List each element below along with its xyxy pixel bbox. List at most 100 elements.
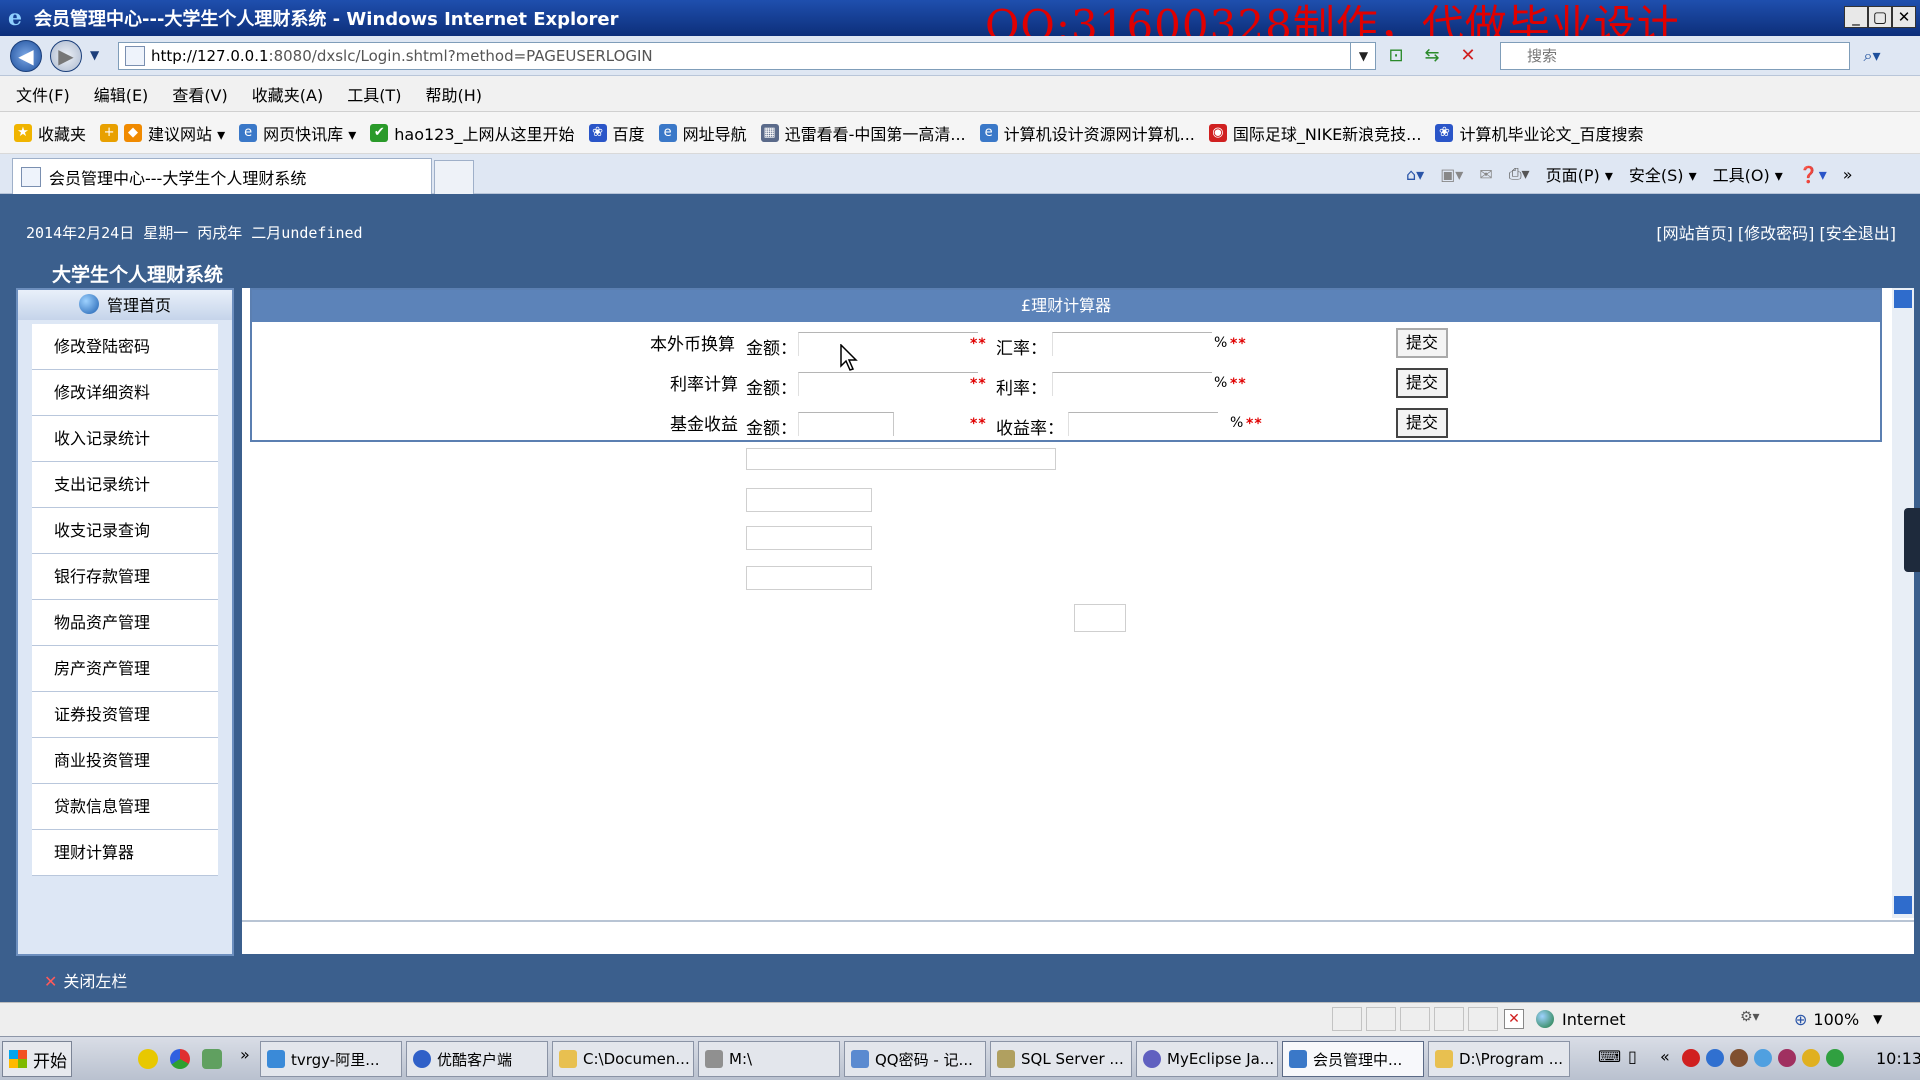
interest-amount-input[interactable] (798, 372, 978, 396)
fav-item[interactable]: ✔ hao123_上网从这里开始 (370, 121, 575, 145)
quicklaunch-icon[interactable] (202, 1049, 222, 1069)
scroll-down-icon[interactable] (1894, 896, 1912, 914)
fav-item[interactable]: ❀ 百度 (588, 121, 645, 145)
chevron-left-icon[interactable]: « (1660, 1047, 1670, 1066)
exchange-rate-input[interactable] (1052, 332, 1212, 356)
page-icon (21, 166, 41, 187)
task-item[interactable]: M:\ (698, 1041, 840, 1077)
sidebar-item-expense-stats[interactable]: 支出记录统计 (32, 462, 218, 508)
sidebar-item-goods-assets[interactable]: 物品资产管理 (32, 600, 218, 646)
interest-rate-input[interactable] (1052, 372, 1212, 396)
cmd-tools[interactable]: 工具(O) ▾ (1713, 162, 1783, 186)
clock[interactable]: 10:13 (1876, 1049, 1920, 1068)
sidebar-item-edit-profile[interactable]: 修改详细资料 (32, 370, 218, 416)
menu-help[interactable]: 帮助(H) (425, 82, 482, 106)
sidebar-item-property-assets[interactable]: 房产资产管理 (32, 646, 218, 692)
maximize-button[interactable]: ▢ (1868, 6, 1892, 28)
task-item-active[interactable]: 会员管理中... (1282, 1041, 1424, 1077)
fund-amount-input[interactable] (798, 412, 894, 436)
required-mark: ** (970, 336, 987, 352)
cmd-page[interactable]: 页面(P) ▾ (1546, 162, 1613, 186)
sidebar-item-business-investment[interactable]: 商业投资管理 (32, 738, 218, 784)
sidebar-item-income-stats[interactable]: 收入记录统计 (32, 416, 218, 462)
close-window-button[interactable]: ✕ (1892, 6, 1916, 28)
fav-item[interactable]: e 网页快讯库 ▾ (239, 121, 356, 145)
close-sidebar-link[interactable]: ✕ 关闭左栏 (44, 968, 127, 992)
address-dropdown-icon[interactable]: ▼ (1350, 42, 1376, 70)
feeds-icon[interactable]: ▣▾ (1440, 165, 1463, 184)
chevron-more-icon[interactable]: » (1843, 165, 1853, 184)
sidebar-item-change-password[interactable]: 修改登陆密码 (32, 324, 218, 370)
search-icon[interactable]: ⌕▾ (1855, 42, 1889, 70)
menu-file[interactable]: 文件(F) (16, 82, 70, 106)
stop-icon[interactable]: ✕ (1454, 42, 1482, 70)
tray-icon[interactable] (1778, 1049, 1796, 1067)
currency-amount-input[interactable] (798, 332, 978, 356)
tray-icon[interactable] (1754, 1049, 1772, 1067)
print-icon[interactable]: ⎙▾ (1509, 164, 1530, 184)
tray-icon[interactable] (1706, 1049, 1724, 1067)
tray-icon[interactable] (1826, 1049, 1844, 1067)
task-item[interactable]: SQL Server ... (990, 1041, 1132, 1077)
menu-view[interactable]: 查看(V) (172, 82, 227, 106)
interest-submit-button[interactable]: 提交 (1396, 368, 1448, 398)
start-button[interactable]: 开始 (2, 1041, 72, 1077)
task-item[interactable]: D:\Program ... (1428, 1041, 1570, 1077)
keyboard-icon[interactable]: ⌨ (1598, 1047, 1621, 1066)
task-item[interactable]: QQ密码 - 记... (844, 1041, 986, 1077)
zoom-level[interactable]: ⊕ 100% ▼ (1794, 1007, 1882, 1031)
fav-item[interactable]: + ◆ 建议网站 ▾ (100, 121, 225, 145)
chevron-more-icon[interactable]: » (240, 1045, 250, 1064)
fav-item[interactable]: e 计算机设计资源网计算机... (979, 121, 1195, 145)
quicklaunch-icon[interactable] (138, 1049, 158, 1069)
menu-tools[interactable]: 工具(T) (347, 82, 401, 106)
sidebar-item-records-query[interactable]: 收支记录查询 (32, 508, 218, 554)
favorites-button[interactable]: ★ 收藏夹 (14, 121, 86, 145)
fav-item[interactable]: ◉ 国际足球_NIKE新浪竞技... (1208, 121, 1421, 145)
header-links[interactable]: [网站首页] [修改密码] [安全退出] (1656, 220, 1896, 244)
content-scrollbar[interactable] (1892, 288, 1914, 918)
compat-view-icon[interactable]: ⊡ (1382, 42, 1410, 70)
task-item[interactable]: C:\Documen... (552, 1041, 694, 1077)
forward-button[interactable]: ▶ (50, 40, 82, 72)
address-input[interactable]: http://127.0.0.1:8080/dxslc/Login.shtml?… (118, 42, 1376, 70)
minimize-button[interactable]: _ (1844, 6, 1868, 28)
task-item[interactable]: tvrgy-阿里... (260, 1041, 402, 1077)
history-dropdown-icon[interactable]: ▼ (90, 48, 99, 62)
fav-item[interactable]: ▦ 迅雷看看-中国第一高清... (760, 121, 966, 145)
refresh-icon[interactable]: ⇆ (1418, 42, 1446, 70)
currency-submit-button[interactable]: 提交 (1396, 328, 1448, 358)
fund-submit-button[interactable]: 提交 (1396, 408, 1448, 438)
popup-blocked-icon[interactable]: ✕ (1504, 1009, 1524, 1029)
fav-item[interactable]: e 网址导航 (658, 121, 747, 145)
task-item[interactable]: 优酷客户端 (406, 1041, 548, 1077)
main-content: £理财计算器 本外币换算 金额： ** 汇率： % ** 提交 利率计算 金额：… (242, 288, 1914, 954)
quicklaunch-icon[interactable] (170, 1049, 190, 1069)
help-icon[interactable]: ❓▾ (1799, 165, 1827, 184)
search-input[interactable]: 搜索 (1500, 42, 1850, 70)
home-icon[interactable]: ⌂▾ (1406, 165, 1424, 184)
sidebar-item-loan-info[interactable]: 贷款信息管理 (32, 784, 218, 830)
tray-icon[interactable] (1682, 1049, 1700, 1067)
side-panel-handle[interactable] (1904, 508, 1920, 572)
scroll-up-icon[interactable] (1894, 290, 1912, 308)
menu-edit[interactable]: 编辑(E) (94, 82, 149, 106)
sidebar-item-securities[interactable]: 证券投资管理 (32, 692, 218, 738)
sidebar-item-calculator[interactable]: 理财计算器 (32, 830, 218, 876)
menu-favorites[interactable]: 收藏夹(A) (252, 82, 323, 106)
sidebar-item-bank-deposit[interactable]: 银行存款管理 (32, 554, 218, 600)
cmd-safety[interactable]: 安全(S) ▾ (1629, 162, 1697, 186)
mail-icon[interactable]: ✉ (1479, 165, 1492, 184)
task-item[interactable]: MyEclipse Ja... (1136, 1041, 1278, 1077)
usb-icon[interactable]: ▯ (1628, 1047, 1637, 1066)
security-zone[interactable]: Internet (1536, 1007, 1626, 1031)
tab-active[interactable]: 会员管理中心---大学生个人理财系统 (12, 158, 432, 194)
new-tab-button[interactable] (434, 160, 474, 194)
tray-icon[interactable] (1730, 1049, 1748, 1067)
yield-rate-input[interactable] (1068, 412, 1218, 436)
tray-icon[interactable] (1802, 1049, 1820, 1067)
protected-mode-icon[interactable]: ⚙▾ (1740, 1009, 1760, 1025)
back-button[interactable]: ◀ (10, 40, 42, 72)
fav-item[interactable]: ❀ 计算机毕业论文_百度搜索 (1435, 121, 1643, 145)
sidebar-home[interactable]: 管理首页 (18, 290, 232, 320)
